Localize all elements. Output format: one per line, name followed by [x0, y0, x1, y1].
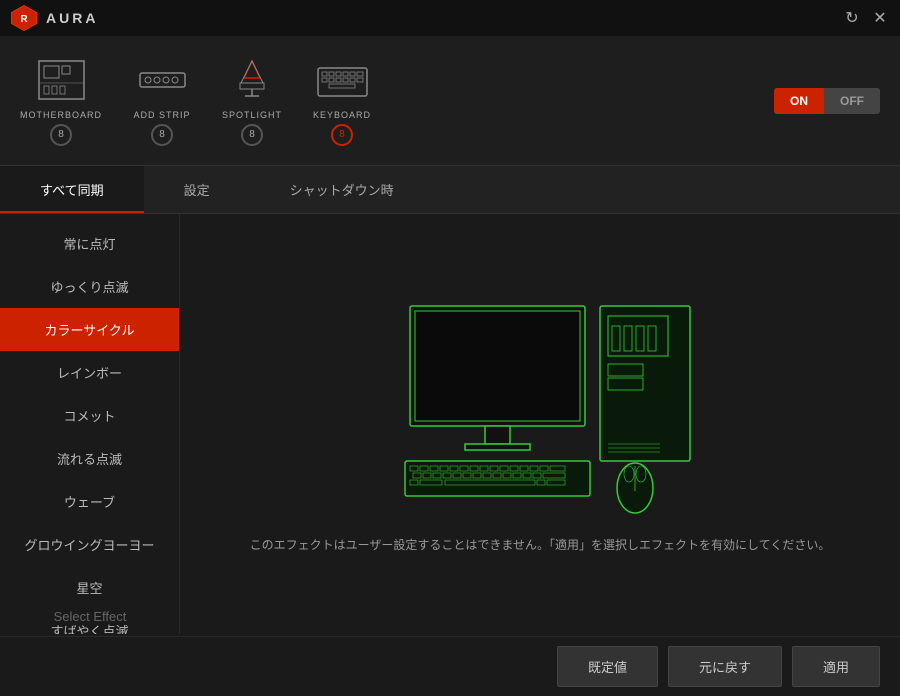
spotlight-icon	[225, 58, 280, 103]
revert-button[interactable]: 元に戻す	[668, 646, 782, 687]
sidebar-item-color-cycle[interactable]: カラーサイクル	[0, 308, 179, 351]
apply-button[interactable]: 適用	[792, 646, 880, 687]
rog-logo-icon: R	[10, 4, 38, 32]
app-title: AURA	[46, 10, 98, 26]
device-item-keyboard[interactable]: KEYBOARD 8	[312, 56, 372, 146]
toggle-on-button[interactable]: ON	[774, 88, 824, 114]
toggle-off-button[interactable]: OFF	[824, 88, 880, 114]
content-area: このエフェクトはユーザー設定することはできません。「適用」を選択しエフェクトを有…	[180, 214, 900, 634]
device-icons: MOTHERBOARD 8 ADD STRIP 8	[20, 56, 372, 146]
device-bar: MOTHERBOARD 8 ADD STRIP 8	[0, 36, 900, 166]
close-button[interactable]: ✕	[870, 8, 890, 28]
sidebar-item-comet[interactable]: コメット	[0, 394, 179, 437]
spotlight-badge: 8	[241, 124, 263, 146]
keyboard-icon	[315, 58, 370, 103]
sidebar-item-always-on[interactable]: 常に点灯	[0, 222, 179, 265]
tab-sync[interactable]: すべて同期	[0, 166, 144, 213]
spotlight-icon-box	[222, 56, 282, 106]
sidebar-item-wave[interactable]: ウェーブ	[0, 480, 179, 523]
motherboard-badge: 8	[50, 124, 72, 146]
device-item-add-strip[interactable]: ADD STRIP 8	[132, 56, 192, 146]
refresh-button[interactable]: ↻	[842, 8, 862, 28]
add-strip-icon	[135, 58, 190, 103]
keyboard-label: KEYBOARD	[313, 110, 371, 120]
add-strip-badge: 8	[151, 124, 173, 146]
tab-bar: すべて同期 設定 シャットダウン時	[0, 166, 900, 214]
power-toggle: ON OFF	[774, 88, 880, 114]
pc-illustration	[380, 296, 700, 526]
title-bar-controls: ↻ ✕	[842, 8, 890, 28]
keyboard-icon-box	[312, 56, 372, 106]
keyboard-badge: 8	[331, 124, 353, 146]
spotlight-label: SPOTLIGHT	[222, 110, 282, 120]
sidebar-item-slow-blink[interactable]: ゆっくり点滅	[0, 265, 179, 308]
add-strip-icon-box	[132, 56, 192, 106]
device-item-motherboard[interactable]: MOTHERBOARD 8	[20, 56, 102, 146]
add-strip-label: ADD STRIP	[134, 110, 191, 120]
sidebar-item-flowing-blink[interactable]: 流れる点滅	[0, 437, 179, 480]
title-bar: R AURA ↻ ✕	[0, 0, 900, 36]
sidebar-item-rainbow[interactable]: レインボー	[0, 351, 179, 394]
tab-shutdown[interactable]: シャットダウン時	[250, 166, 434, 213]
select-effect-label: Select Effect	[54, 609, 127, 624]
effect-message: このエフェクトはユーザー設定することはできません。「適用」を選択しエフェクトを有…	[250, 536, 831, 553]
sidebar-item-glowing-yoyo[interactable]: グロウイングヨーヨー	[0, 523, 179, 566]
bottom-bar: 既定値 元に戻す 適用	[0, 636, 900, 696]
default-button[interactable]: 既定値	[557, 646, 658, 687]
tab-settings[interactable]: 設定	[144, 166, 250, 213]
motherboard-label: MOTHERBOARD	[20, 110, 102, 120]
title-bar-left: R AURA	[10, 4, 98, 32]
sidebar-footer: Select Effect	[0, 597, 180, 636]
motherboard-icon-box	[31, 56, 91, 106]
sidebar: 常に点灯 ゆっくり点滅 カラーサイクル レインボー コメット 流れる点滅 ウェー…	[0, 214, 180, 634]
device-item-spotlight[interactable]: SPOTLIGHT 8	[222, 56, 282, 146]
motherboard-icon	[34, 58, 89, 103]
svg-text:R: R	[20, 14, 27, 25]
